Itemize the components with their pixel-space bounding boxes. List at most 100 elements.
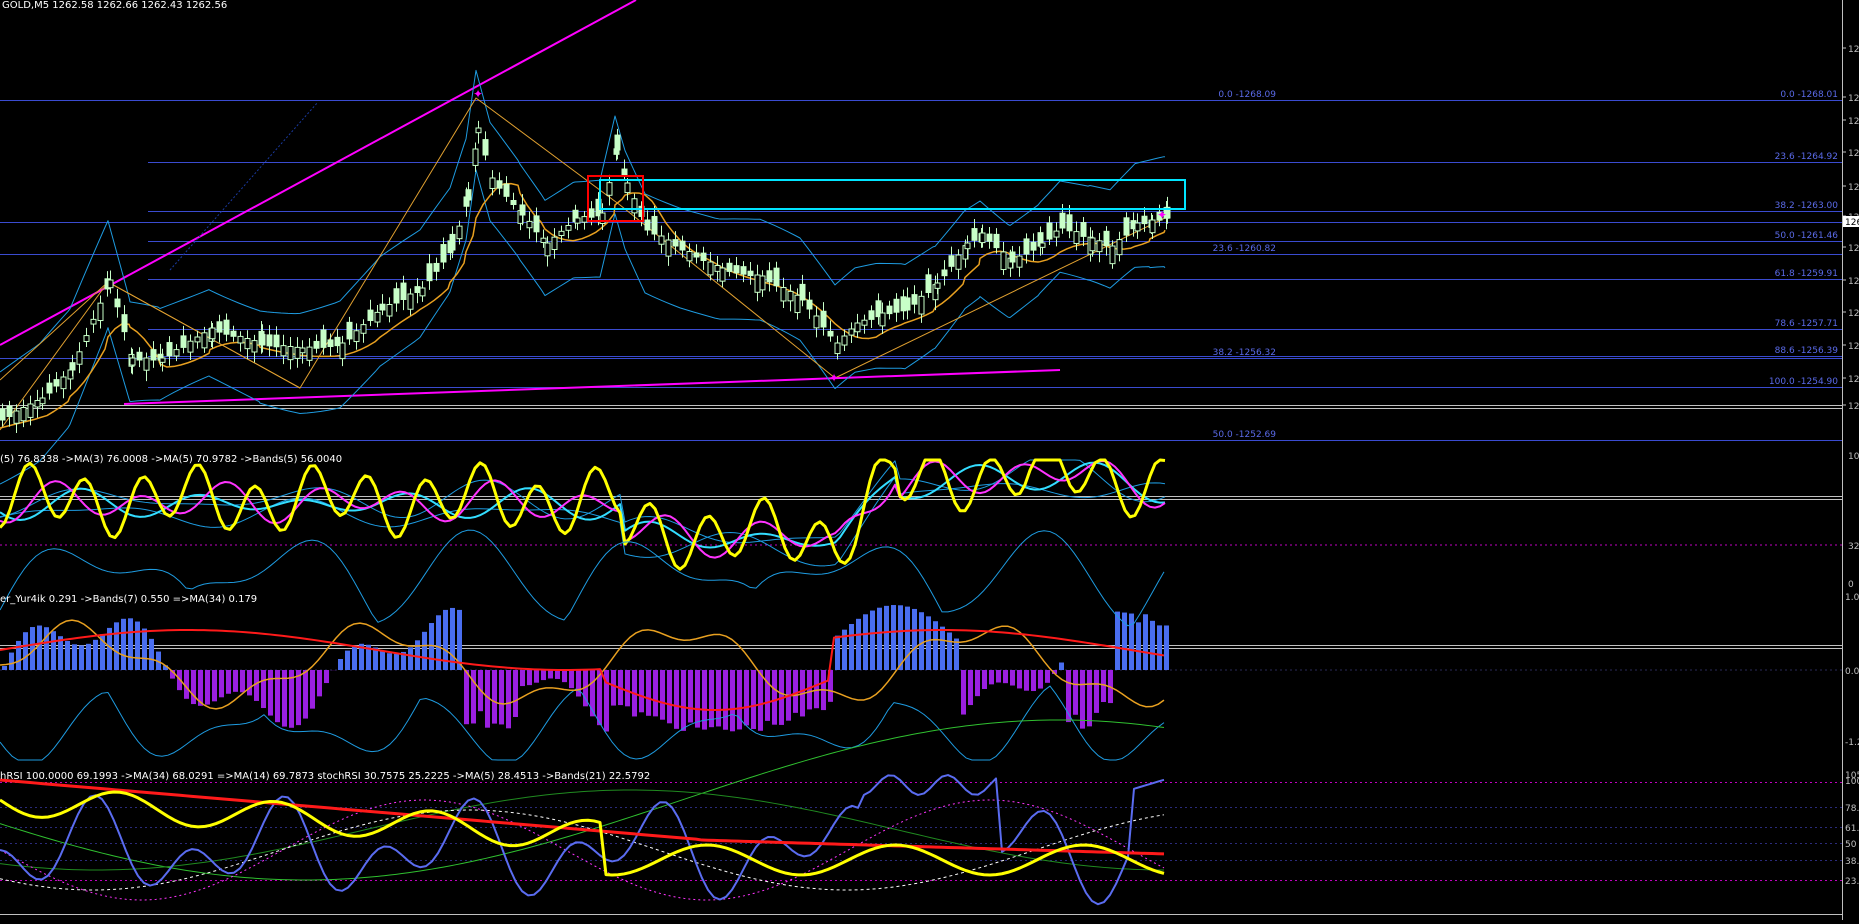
histogram-bar-positive [93,640,98,670]
candle-body [534,216,539,232]
histogram-bar-negative [569,670,574,688]
candle-body [862,320,867,325]
candle-body [622,169,627,174]
candle-body [734,266,739,273]
candle-body [1104,231,1109,245]
histogram-bar-negative [765,670,770,721]
candle-body [98,303,103,320]
histogram-bar-negative [296,670,301,725]
price-scale-label: 126 [1848,183,1859,193]
histogram-bar-positive [345,651,350,670]
candle-body [720,268,725,281]
histogram-bar-positive [940,627,945,670]
candle-body [673,240,678,246]
histogram-bar-negative [1031,670,1036,691]
candle-body [632,199,637,213]
histogram-bar-positive [1115,612,1120,670]
candle-body [335,337,340,345]
candle-body [181,336,186,348]
fib-right-label: 78.6 -1257.71 [1775,319,1838,329]
histogram-bar-positive [926,616,931,670]
trading-chart-window[interactable]: ✦ ✦ ✦ 0.0 -1268.0123.6 -1264.9238.2 -126… [0,0,1859,920]
price-scale-label: 125 [1848,277,1859,287]
price-scale-label: 125 [1848,402,1859,412]
candle-body [727,263,732,271]
candle-body [70,363,75,370]
candle-body [473,149,478,165]
candle-body [380,304,385,310]
fib-right-label: 23.6 -1264.92 [1775,152,1838,162]
stoch-rsi-panel[interactable] [0,720,1842,904]
histogram-bar-positive [79,645,84,670]
histogram-bar-positive [863,614,868,670]
price-scale-label: 126 [1848,94,1859,104]
histogram-bar-negative [961,670,966,715]
price-scale[interactable]: 1271261261261261261261251251251251251261… [1842,45,1859,887]
candle-body [361,325,366,334]
candle-body [14,411,19,423]
candle-body [387,305,392,317]
osc-main-line [0,460,1165,569]
candle-body [781,288,786,301]
candle-body [835,343,840,354]
candle-body [795,295,800,312]
trendlines[interactable] [0,0,1060,404]
candle-body [188,341,193,352]
candle-body [582,217,587,223]
histogram-bar-negative [1073,670,1078,715]
fib-right-label: 50.0 -1261.46 [1775,231,1839,241]
candle-body [260,335,265,345]
histogram-bar-negative [240,670,245,692]
histogram-bar-positive [338,659,343,670]
candle-body [347,322,352,339]
histogram-bar-positive [1059,663,1064,670]
histogram-bar-negative [506,670,511,728]
histogram-bar-positive [415,640,420,670]
histogram-bar-negative [1087,670,1092,726]
candle-body [942,270,947,276]
histogram-bar-negative [646,670,651,716]
candle-body [607,183,612,196]
candle-body [1047,223,1052,239]
histogram-bar-positive [128,618,133,670]
candle-body [659,236,664,244]
candle-body [28,404,33,417]
candle-body [288,347,293,360]
candle-body [122,315,127,332]
candle-body [1067,215,1072,231]
price-panel[interactable]: ✦ ✦ ✦ 0.0 -1268.0123.6 -1264.9238.2 -126… [0,0,1842,484]
histogram-bar-positive [905,607,910,670]
fibonacci-levels[interactable] [0,101,1842,441]
histogram-bar-negative [562,670,567,682]
candle-body [77,352,82,364]
oscillator-panel[interactable] [0,460,1842,569]
histogram-bar-positive [898,605,903,670]
rsi-scale-label: 100 [1845,777,1859,787]
histogram-bar-negative [625,670,630,706]
candle-body [84,336,89,342]
candle-body [427,264,432,281]
candle-body [466,190,471,200]
histogram-bar-positive [380,651,385,670]
histogram-bar-positive [870,611,875,670]
histogram-bar-negative [590,670,595,716]
histogram-bar-positive [954,639,959,670]
osc-scale-label: 100 [1848,452,1859,462]
candle-body [54,380,59,386]
histogram-bar-positive [912,609,917,670]
candle-body [552,237,557,249]
candle-body [1110,246,1115,264]
candle-body [800,284,805,300]
histogram-bar-positive [9,653,14,670]
histogram-header: er_Yur4ik 0.291 ->Bands(7) 0.550 =>MA(34… [0,594,257,606]
histogram-bar-negative [996,670,1001,683]
dotted-channel-line[interactable] [170,102,318,270]
candle-body [7,406,12,416]
candle-body [814,316,819,328]
candle-body [905,298,910,310]
histogram-bar-positive [23,632,28,670]
histogram-bar-negative [653,670,658,716]
resistance-zone-box[interactable] [600,180,1185,209]
candle-body [504,184,509,196]
candle-body [21,408,26,421]
